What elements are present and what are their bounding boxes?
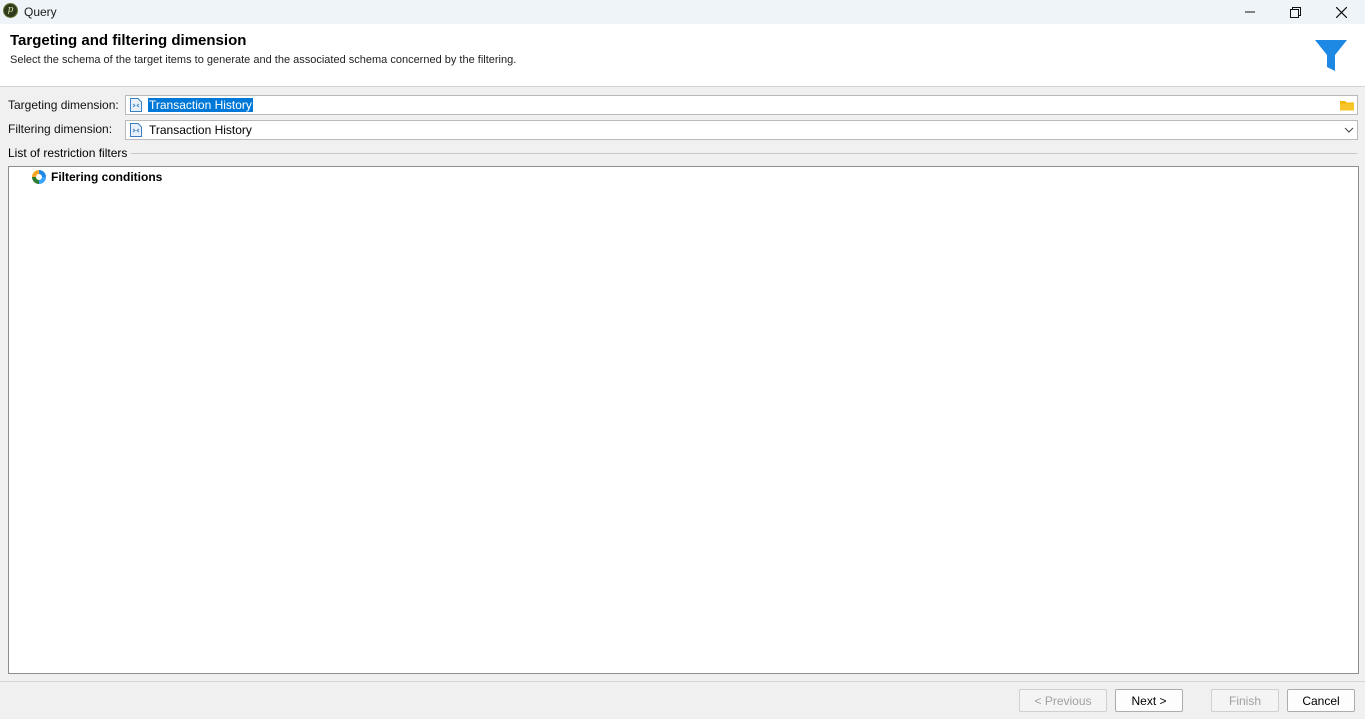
dropdown-button[interactable] xyxy=(1341,121,1357,139)
targeting-dimension-label: Targeting dimension: xyxy=(8,98,119,112)
restriction-filters-tree[interactable]: Filtering conditions xyxy=(8,166,1359,674)
previous-button[interactable]: < Previous xyxy=(1019,689,1107,712)
close-icon xyxy=(1335,6,1347,18)
filtering-dimension-value: Transaction History xyxy=(149,123,252,137)
schema-doc-icon xyxy=(130,123,142,137)
close-button[interactable] xyxy=(1318,0,1364,24)
filtering-dimension-select[interactable]: Transaction History xyxy=(125,120,1358,140)
app-logo-icon: p xyxy=(3,3,18,18)
targeting-dimension-field[interactable]: Transaction History xyxy=(125,95,1358,115)
title-bar: p Query xyxy=(0,0,1365,24)
restore-button[interactable] xyxy=(1272,0,1318,24)
funnel-icon xyxy=(1315,40,1347,71)
filter-conditions-icon xyxy=(32,169,46,184)
wizard-header: Targeting and filtering dimension Select… xyxy=(0,24,1365,87)
page-title: Targeting and filtering dimension xyxy=(10,32,247,49)
query-dialog: p Query Targeting and filtering dimensio… xyxy=(0,0,1365,719)
cancel-button[interactable]: Cancel xyxy=(1287,689,1355,712)
targeting-dimension-value: Transaction History xyxy=(148,98,253,112)
restore-icon xyxy=(1289,6,1301,18)
tree-node-label: Filtering conditions xyxy=(51,169,163,184)
minimize-button[interactable] xyxy=(1227,0,1273,24)
finish-button[interactable]: Finish xyxy=(1211,689,1279,712)
schema-doc-icon xyxy=(130,98,142,112)
footer-divider xyxy=(0,681,1365,682)
group-divider xyxy=(131,153,1357,154)
chevron-down-icon xyxy=(1344,127,1354,133)
folder-icon[interactable] xyxy=(1339,97,1355,113)
page-subtitle: Select the schema of the target items to… xyxy=(10,54,517,66)
tree-node-filtering-conditions[interactable]: Filtering conditions xyxy=(31,168,162,185)
minimize-icon xyxy=(1245,11,1255,13)
window-title: Query xyxy=(24,5,57,19)
next-button[interactable]: Next > xyxy=(1115,689,1183,712)
restriction-filters-label: List of restriction filters xyxy=(8,146,131,160)
filtering-dimension-label: Filtering dimension: xyxy=(8,122,113,136)
